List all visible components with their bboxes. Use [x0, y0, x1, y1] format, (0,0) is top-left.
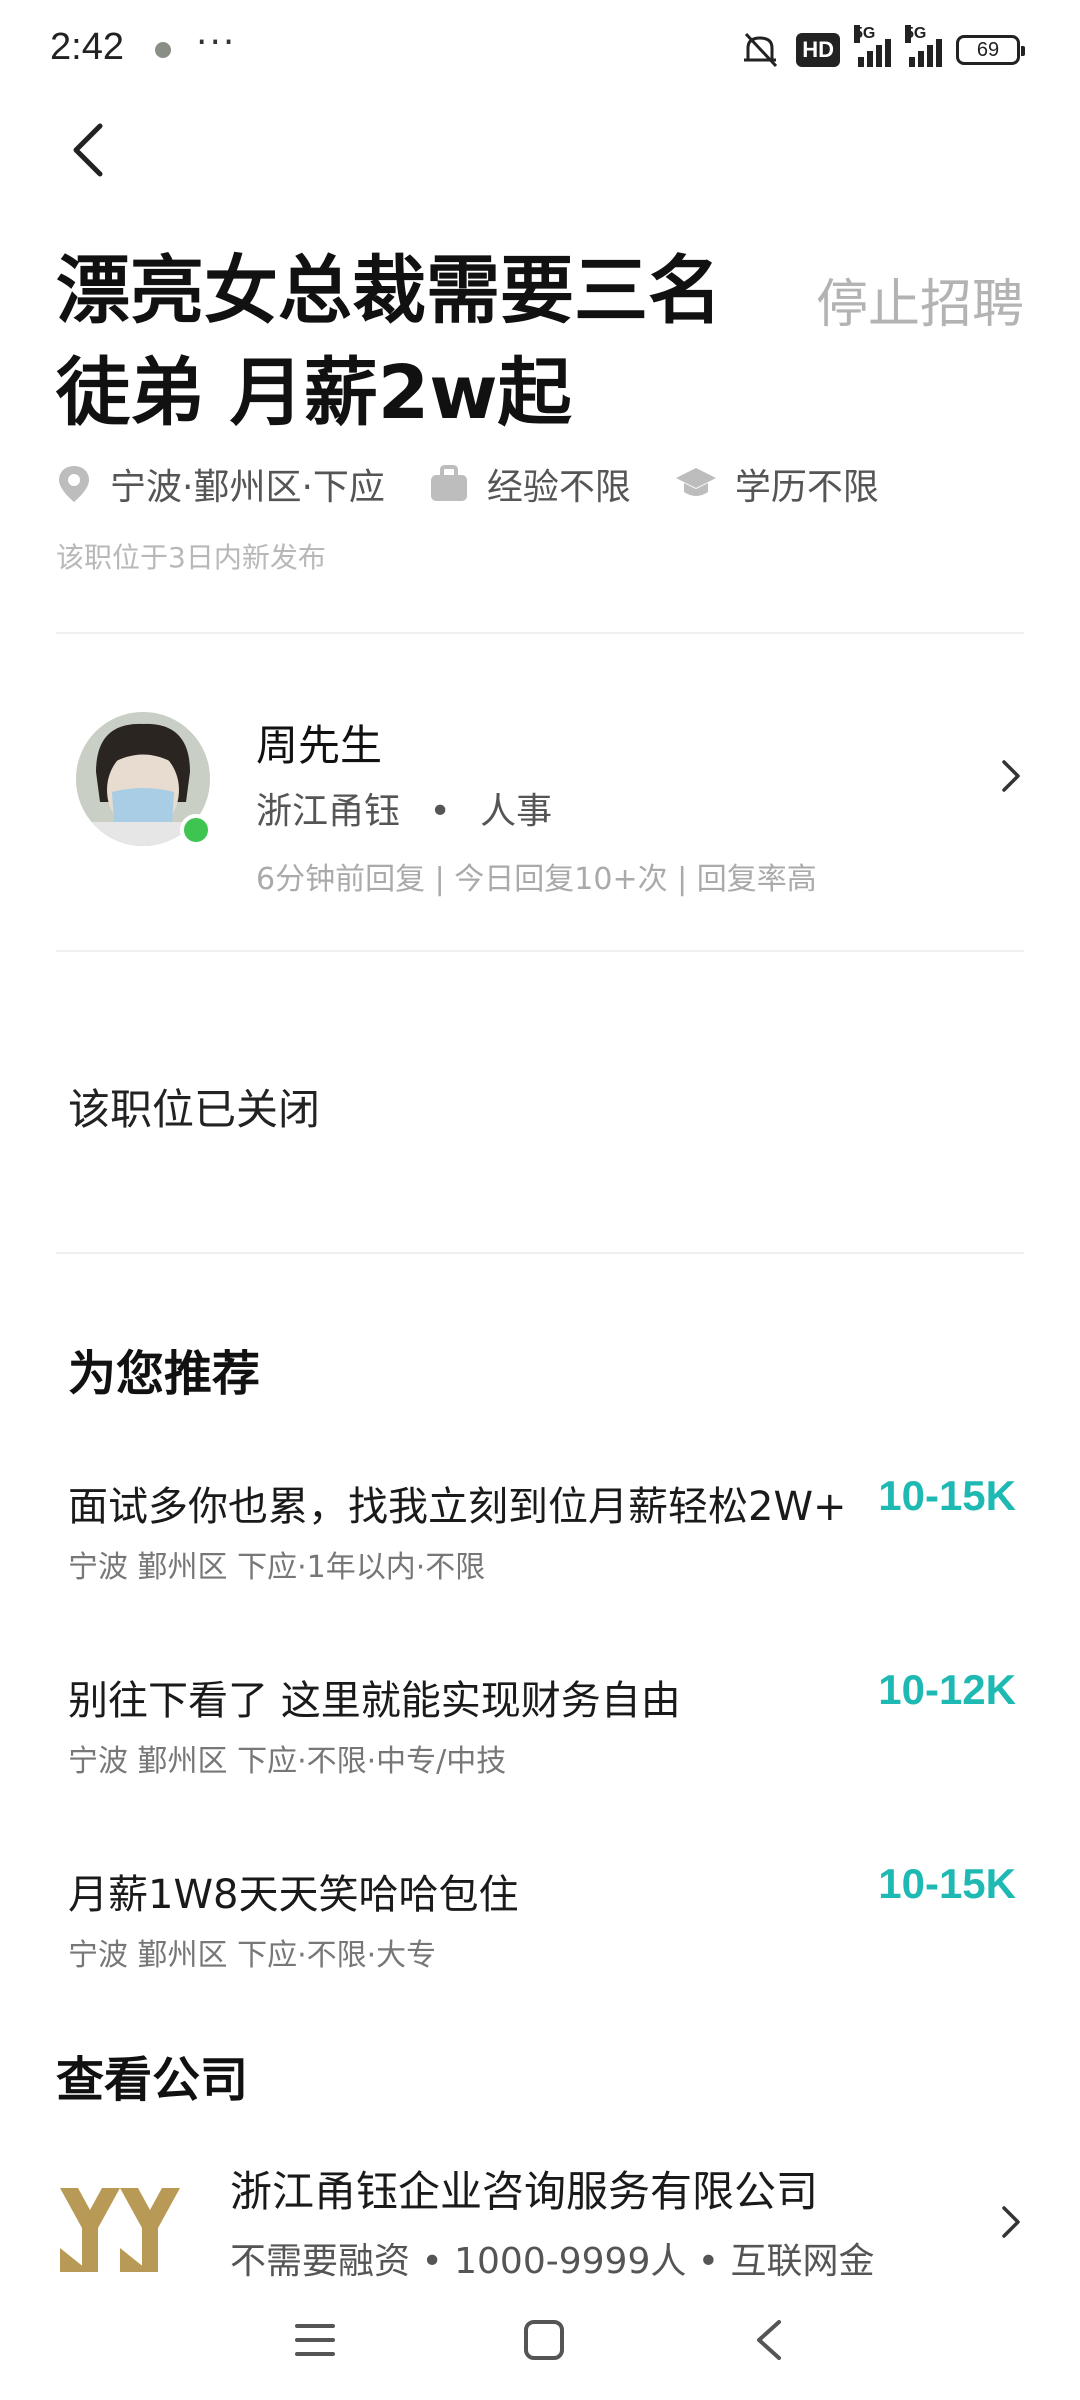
job-location: 宁波·鄞州区·下应 [56, 458, 385, 510]
hd-icon: HD [796, 33, 840, 67]
divider [56, 950, 1024, 952]
chevron-right-icon[interactable] [994, 756, 1024, 796]
back-arrow-icon[interactable] [62, 120, 122, 180]
online-status-dot [180, 814, 212, 846]
status-more-icon: ··· [196, 22, 237, 63]
battery-icon: 69 [956, 35, 1025, 65]
recommended-job-details: 宁波 鄞州区 下应·不限·中专/中技 [68, 1744, 507, 1779]
company-logo [60, 2188, 180, 2272]
recommended-job-salary: 10-15K [878, 1860, 1016, 1907]
menu-icon[interactable] [293, 2320, 337, 2360]
recruiter-reply-info: 6分钟前回复 | 今日回复10+次 | 回复率高 [256, 862, 817, 897]
recommended-job-title: 月薪1W8天天笑哈哈包住 [68, 1872, 519, 1918]
divider [56, 632, 1024, 634]
separator-dot: • [429, 791, 451, 832]
divider [56, 1252, 1024, 1254]
home-square-icon[interactable] [522, 2318, 566, 2362]
recruiter-company: 浙江甬钰 [256, 791, 401, 832]
graduation-cap-icon [675, 468, 716, 496]
chevron-right-icon[interactable] [994, 2202, 1024, 2242]
posted-notice: 该职位于3日内新发布 [56, 541, 326, 574]
job-education: 学历不限 [675, 458, 879, 510]
recommended-job-title: 面试多你也累，找我立刻到位月薪轻松2W+ [68, 1484, 847, 1530]
stop-recruiting-button[interactable]: 停止招聘 [816, 262, 1024, 337]
status-icons: HD 5G 5G 69 [738, 25, 1025, 70]
recruiter-role: 人事 [480, 791, 553, 832]
job-education-label: 学历不限 [734, 467, 879, 508]
briefcase-icon [430, 465, 467, 501]
job-experience: 经验不限 [429, 458, 631, 510]
signal-icon-2: 5G [905, 25, 942, 67]
job-title: 漂亮女总裁需要三名徒弟 月薪2w起 [56, 248, 722, 436]
status-time: 2:42 [50, 26, 124, 68]
location-pin-icon [59, 466, 89, 502]
recommended-job-salary: 10-12K [878, 1666, 1016, 1713]
job-meta: 宁波·鄞州区·下应 经验不限 学历不限 [56, 458, 923, 510]
recruiter-name: 周先生 [256, 721, 383, 770]
recruiter-company-role: 浙江甬钰 • 人事 [256, 782, 552, 834]
recommended-job-salary: 10-15K [878, 1472, 1016, 1519]
company-name: 浙江甬钰企业咨询服务有限公司 [230, 2167, 819, 2216]
signal-icon-1: 5G [854, 25, 891, 67]
network-type-label: 5G [854, 25, 876, 43]
recommended-job-details: 宁波 鄞州区 下应·不限·大专 [68, 1938, 437, 1973]
job-location-label: 宁波·鄞州区·下应 [110, 467, 385, 508]
mute-bell-icon [744, 32, 778, 68]
recommended-job-title: 别往下看了 这里就能实现财务自由 [68, 1678, 681, 1724]
company-info: 不需要融资 • 1000-9999人 • 互联网金 [230, 2241, 875, 2278]
recommended-job-details: 宁波 鄞州区 下应·1年以内·不限 [68, 1550, 486, 1585]
job-closed-notice: 该职位已关闭 [68, 1085, 321, 1134]
system-navigation-bar [0, 2280, 1080, 2400]
network-type-label: 5G [905, 25, 927, 43]
back-triangle-icon[interactable] [751, 2318, 787, 2362]
company-section-title: 查看公司 [56, 2052, 249, 2108]
recommend-title: 为您推荐 [68, 1346, 261, 1402]
notification-dot-icon [155, 42, 171, 58]
job-experience-label: 经验不限 [486, 467, 631, 508]
